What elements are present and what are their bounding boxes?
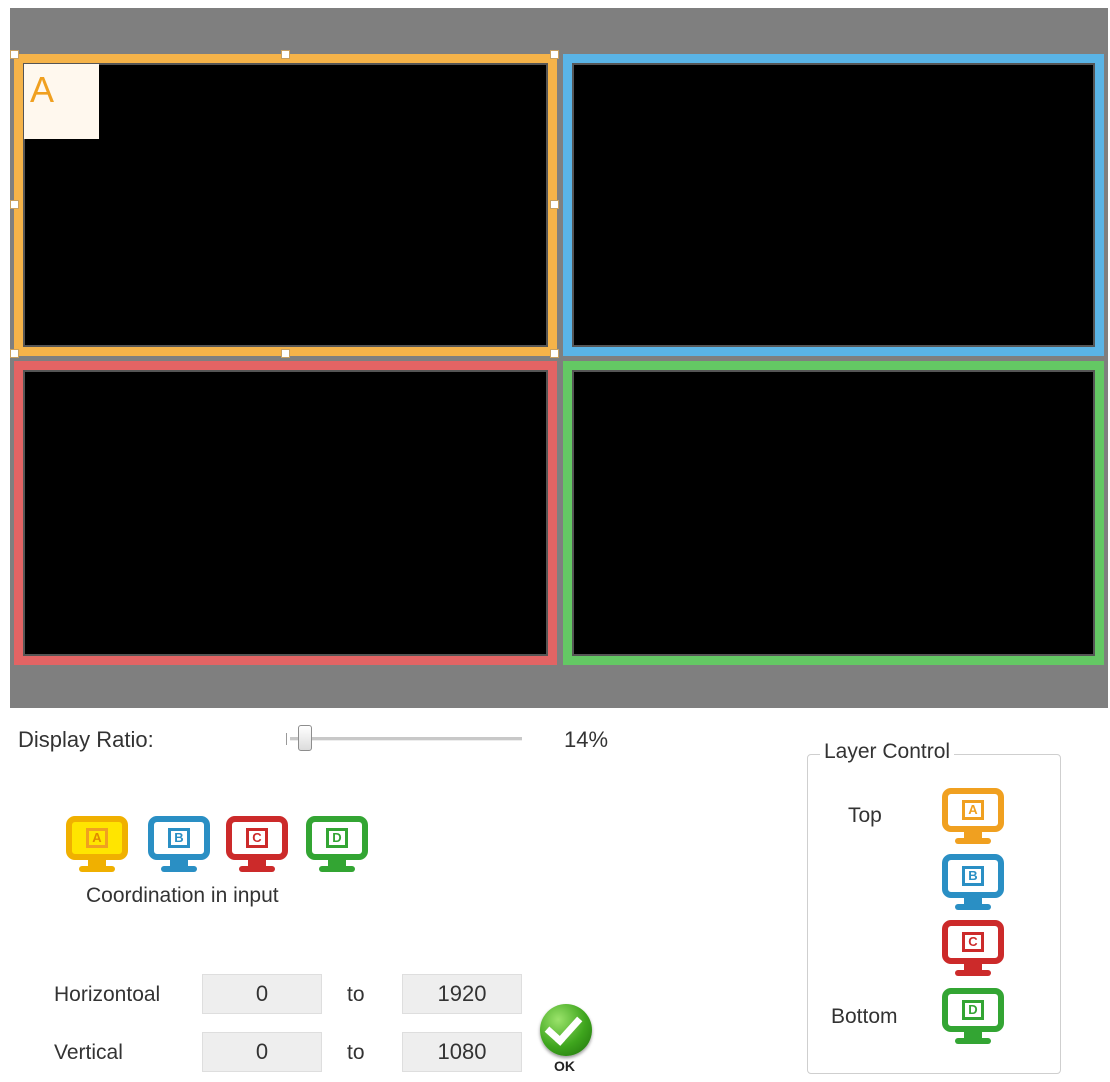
input-c-button[interactable]: C [226, 816, 288, 874]
display-ratio-slider-thumb[interactable] [298, 725, 312, 751]
monitor-icon: B [942, 854, 1004, 898]
layer-control-title: Layer Control [820, 740, 955, 764]
window-d[interactable] [563, 361, 1104, 665]
vertical-to-label: to [347, 1041, 365, 1064]
horizontal-to-field[interactable]: 1920 [402, 974, 522, 1014]
monitor-icon: A [66, 816, 128, 860]
layer-a-button[interactable]: A [942, 788, 1004, 846]
slider-tick [286, 733, 287, 745]
window-a[interactable]: A [14, 54, 557, 356]
monitor-icon: D [942, 988, 1004, 1032]
vertical-from-field[interactable]: 0 [202, 1032, 322, 1072]
window-c[interactable] [14, 361, 557, 665]
ok-label: OK [554, 1058, 575, 1074]
layer-c-button[interactable]: C [942, 920, 1004, 978]
monitor-icon: A [942, 788, 1004, 832]
vertical-to-field[interactable]: 1080 [402, 1032, 522, 1072]
input-d-button[interactable]: D [306, 816, 368, 874]
window-a-label: A [24, 64, 99, 139]
horizontal-from-field[interactable]: 0 [202, 974, 322, 1014]
layer-d-button[interactable]: D [942, 988, 1004, 1046]
layer-top-label: Top [848, 804, 882, 827]
input-a-button[interactable]: A [66, 816, 128, 874]
vertical-label: Vertical [54, 1041, 123, 1064]
layer-bottom-label: Bottom [831, 1005, 898, 1028]
monitor-icon: C [942, 920, 1004, 964]
resize-handle-top-center[interactable] [281, 50, 290, 59]
window-b[interactable] [563, 54, 1104, 356]
resize-handle-middle-right[interactable] [550, 200, 559, 209]
horizontal-to-label: to [347, 983, 365, 1006]
monitor-icon: B [148, 816, 210, 860]
checkmark-icon [540, 1004, 592, 1056]
preview-canvas: A [10, 8, 1108, 708]
input-b-button[interactable]: B [148, 816, 210, 874]
resize-handle-bottom-right[interactable] [550, 349, 559, 358]
resize-handle-top-left[interactable] [10, 50, 19, 59]
display-ratio-value: 14% [564, 727, 609, 752]
resize-handle-bottom-left[interactable] [10, 349, 19, 358]
resize-handle-top-right[interactable] [550, 50, 559, 59]
monitor-icon: C [226, 816, 288, 860]
resize-handle-bottom-center[interactable] [281, 349, 290, 358]
horizontal-label: Horizontoal [54, 983, 161, 1006]
ok-button[interactable]: OK [540, 1004, 592, 1076]
input-selector-caption: Coordination in input [86, 884, 279, 907]
resize-handle-middle-left[interactable] [10, 200, 19, 209]
monitor-icon: D [306, 816, 368, 860]
display-ratio-slider-track[interactable] [290, 737, 522, 741]
display-ratio-label: Display Ratio: [18, 727, 154, 752]
layer-b-button[interactable]: B [942, 854, 1004, 912]
